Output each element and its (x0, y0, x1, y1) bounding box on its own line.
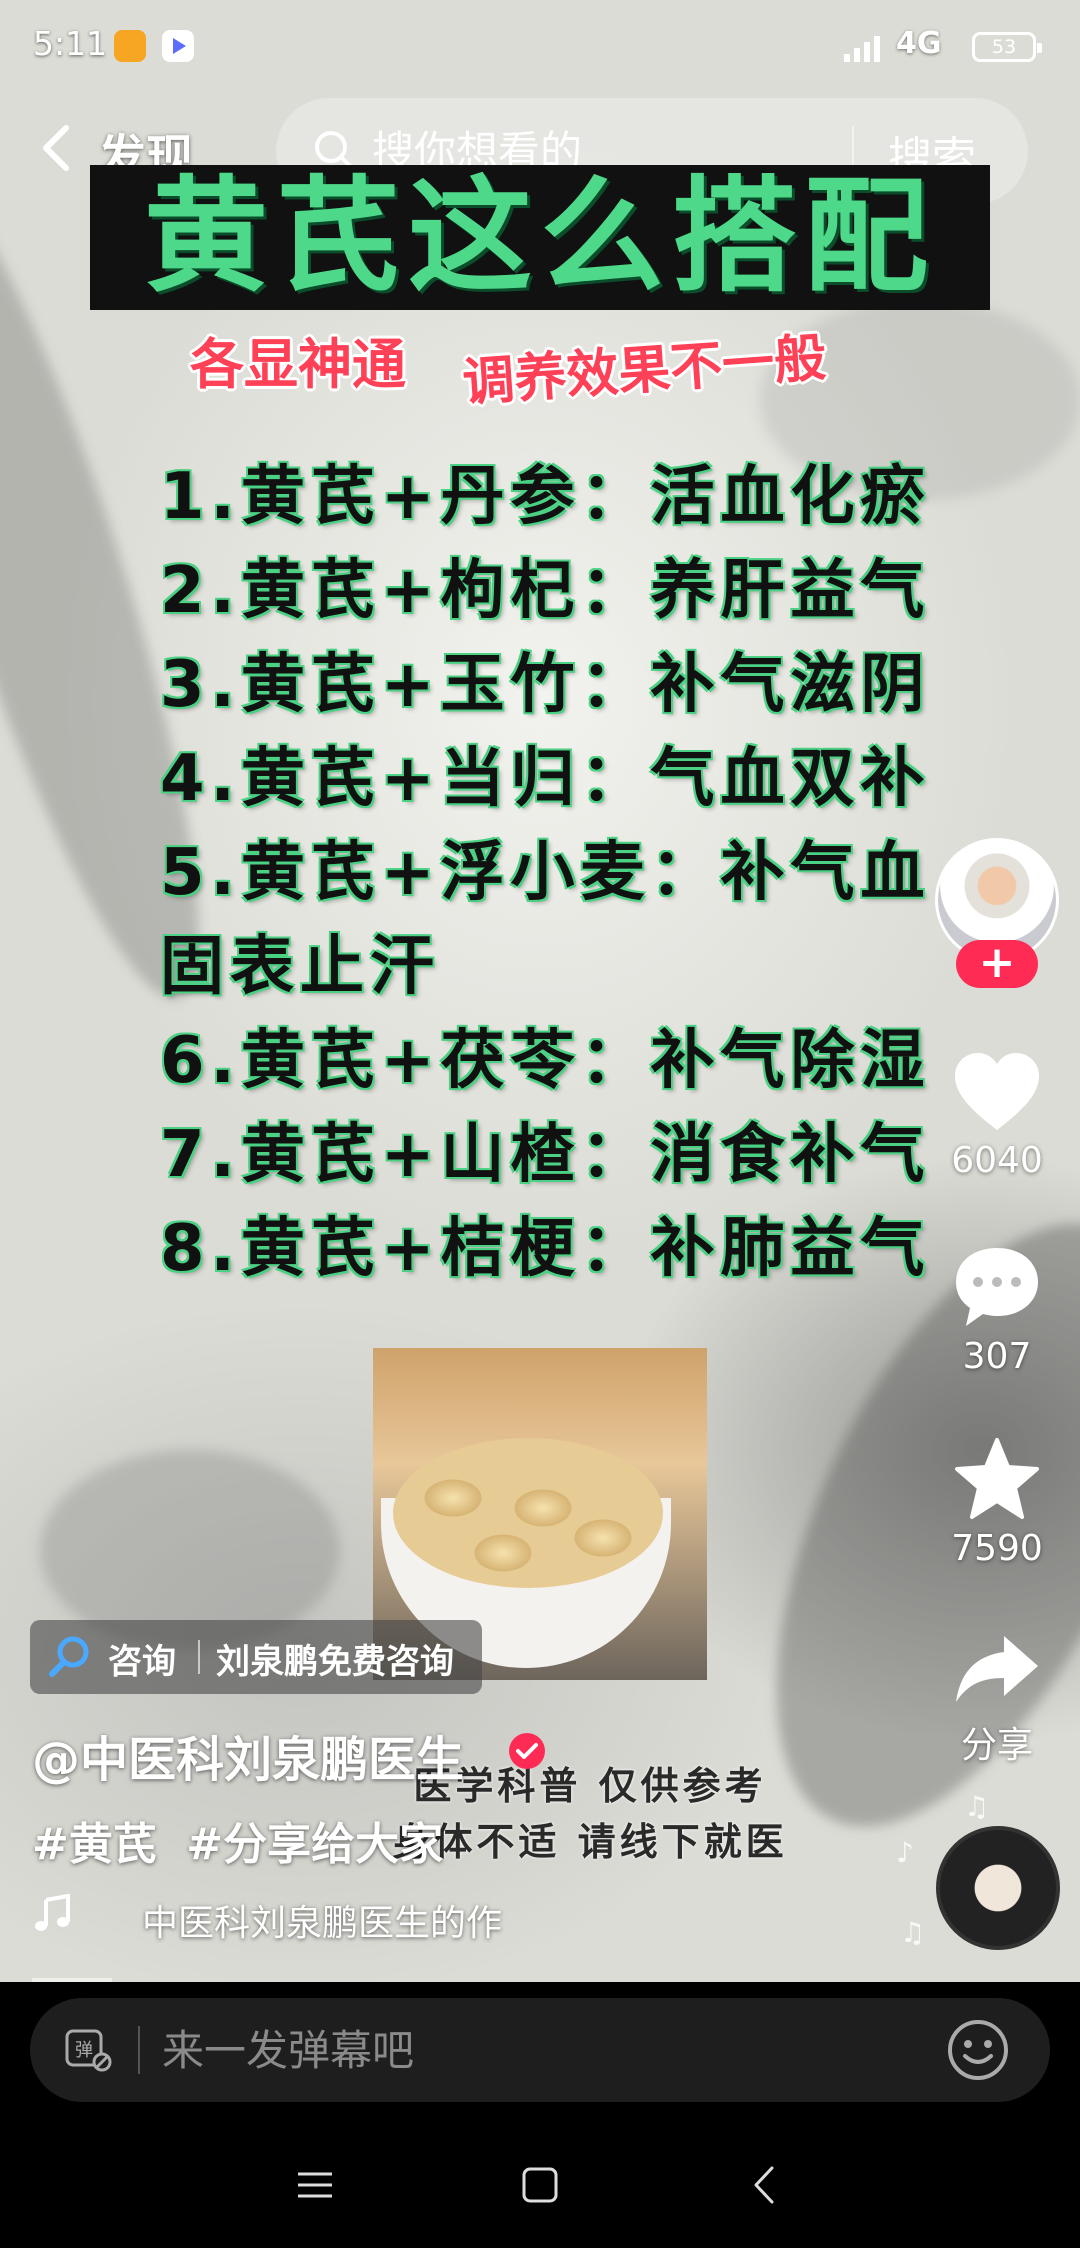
consult-search-icon (49, 1636, 89, 1677)
consult-card[interactable]: 咨询 刘泉鹏免费咨询 (30, 1620, 482, 1694)
combination-item: 7.黄芪+山楂：消食补气 (160, 1118, 931, 1192)
comment-icon (956, 1248, 1038, 1326)
combination-item: 6.黄芪+茯苓：补气除湿 (160, 1024, 931, 1098)
battery-indicator: 53 (972, 32, 1042, 62)
share-button[interactable]: 分享 (930, 1630, 1064, 1768)
music-disc[interactable] (936, 1826, 1060, 1950)
svg-text:弹: 弹 (75, 2040, 93, 2061)
danmaku-bar[interactable]: 弹 (30, 1998, 1050, 2102)
floating-note-icon: ♪ (896, 1836, 914, 1869)
danmaku-divider (138, 2026, 140, 2074)
emoji-icon[interactable] (946, 2018, 1010, 2082)
combination-item: 2.黄芪+枸杞：养肝益气 (160, 554, 931, 628)
consult-name: 刘泉鹏免费咨询 (216, 1642, 454, 1682)
share-label: 分享 (960, 1725, 1033, 1766)
notification-play-icon (162, 30, 194, 62)
subtitle-part-2: 调养效果不一般 (460, 328, 829, 414)
like-button[interactable]: 6040 (930, 1050, 1064, 1181)
subtitle-part-1: 各显神通 (190, 333, 406, 396)
consult-label: 咨询 (108, 1642, 176, 1682)
combination-item: 5.黄芪+浮小麦：补气血 (160, 836, 931, 910)
herb-slices (393, 1438, 663, 1588)
status-bar: 5:11 4G 53 (0, 0, 1080, 96)
heart-icon (955, 1053, 1039, 1130)
like-count: 6040 (951, 1140, 1043, 1181)
comment-area: 弹 (0, 1982, 1080, 2120)
danmaku-icon[interactable]: 弹 (64, 2028, 112, 2072)
notification-app-icon (114, 30, 146, 62)
star-icon (955, 1438, 1039, 1519)
verified-icon (509, 1733, 545, 1769)
video-title: 黄芪这么搭配 (143, 165, 936, 309)
hashtag-link[interactable]: #分享给大家 (186, 1819, 443, 1870)
combination-item-continued: 固表止汗 (160, 930, 440, 1004)
music-title[interactable]: 中医科刘泉鹏医生的作 (142, 1894, 502, 1946)
combination-list: 1.黄芪+丹参：活血化瘀 2.黄芪+枸杞：养肝益气 3.黄芪+玉竹：补气滋阴 4… (160, 450, 940, 1296)
signal-icon (844, 36, 880, 62)
network-type: 4G (896, 26, 942, 61)
menu-icon[interactable] (290, 2160, 340, 2210)
video-title-banner: 黄芪这么搭配 (90, 165, 990, 310)
hashtag-list: #黄芪 #分享给大家 (32, 1808, 457, 1872)
system-nav-bar (0, 2120, 1080, 2248)
combination-item: 3.黄芪+玉竹：补气滋阴 (160, 648, 931, 722)
combination-item: 1.黄芪+丹参：活血化瘀 (160, 460, 931, 534)
follow-button[interactable]: + (956, 940, 1038, 988)
back-icon[interactable] (740, 2160, 790, 2210)
hashtag-link[interactable]: #黄芪 (32, 1819, 157, 1870)
danmaku-input[interactable] (162, 1998, 862, 2102)
floating-note-icon: ♫ (964, 1790, 990, 1823)
back-arrow-icon[interactable] (36, 122, 76, 174)
consult-divider (198, 1640, 200, 1674)
status-time: 5:11 (33, 24, 108, 63)
combination-item: 4.黄芪+当归：气血双补 (160, 742, 931, 816)
video-player[interactable]: 5:11 4G 53 发现 搜索 黄芪这么搭配 各显神通 调养效果不一般 1.黄… (0, 0, 1080, 1982)
video-subtitle: 各显神通 调养效果不一般 (190, 312, 910, 413)
share-icon (956, 1636, 1038, 1702)
author-name[interactable]: @中医科刘泉鹏医生 (32, 1720, 464, 1790)
combination-item: 8.黄芪+桔梗：补肺益气 (160, 1212, 931, 1286)
favorite-button[interactable]: 7590 (930, 1436, 1064, 1569)
favorite-count: 7590 (951, 1528, 1043, 1569)
comment-count: 307 (962, 1336, 1032, 1377)
home-icon[interactable] (515, 2160, 565, 2210)
music-note-icon (35, 1894, 70, 1931)
comment-button[interactable]: 307 (930, 1244, 1064, 1377)
floating-note-icon: ♫ (900, 1916, 926, 1949)
